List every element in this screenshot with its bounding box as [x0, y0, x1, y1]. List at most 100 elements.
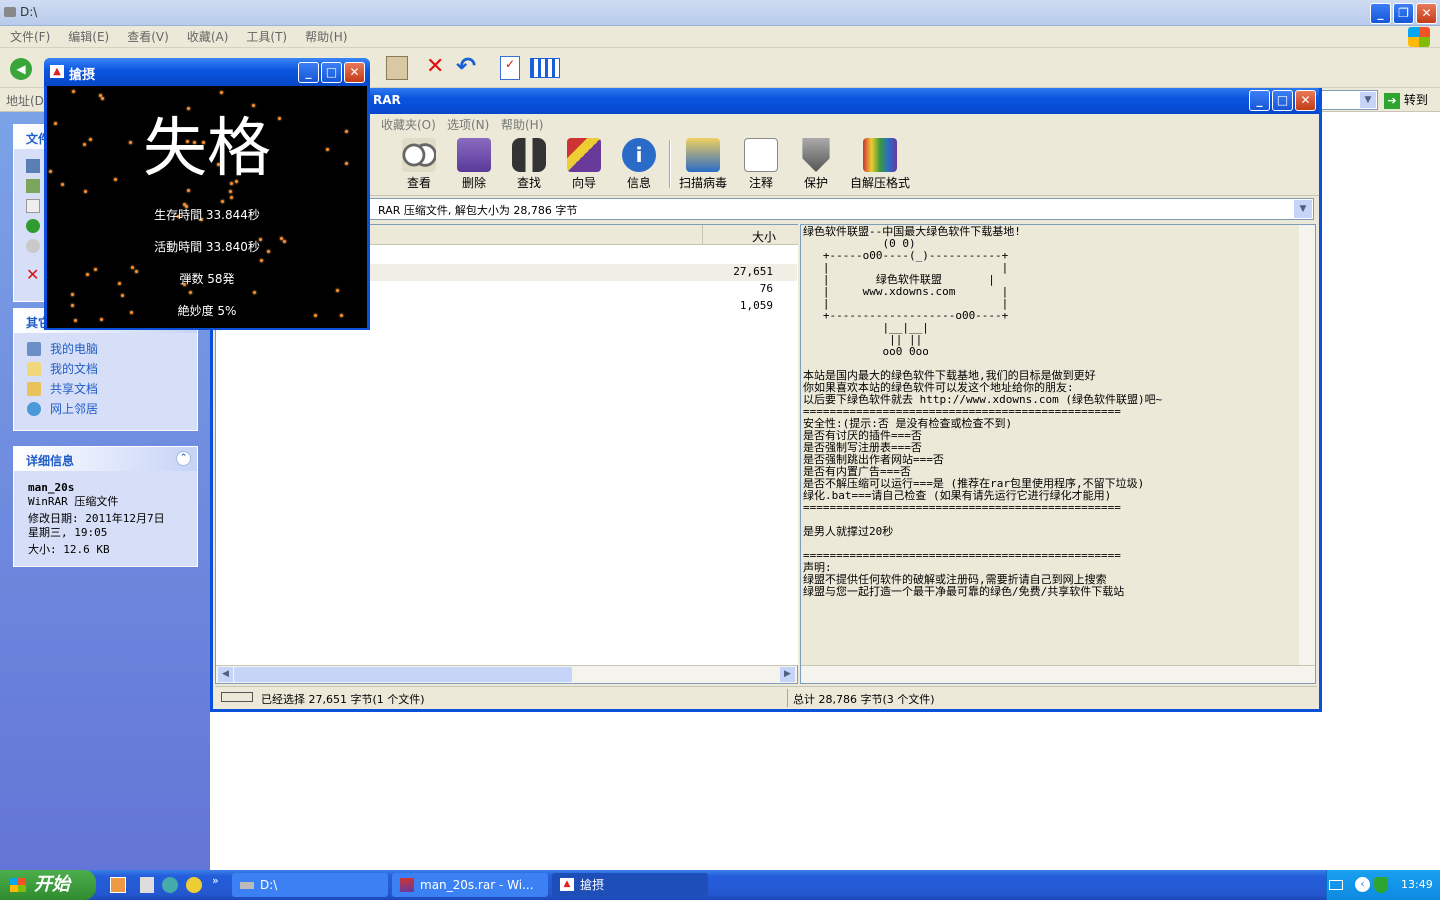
game-title: 搶摂: [69, 68, 96, 83]
size-header-label: 大小: [751, 230, 776, 244]
properties-icon[interactable]: ✓: [500, 56, 520, 80]
comment-line: 是男人就撑过20秒: [803, 525, 894, 538]
sfx-button[interactable]: 自解压格式: [845, 138, 915, 191]
link-network-places[interactable]: 网上邻居: [14, 399, 197, 419]
link-my-documents[interactable]: 我的文档: [14, 359, 197, 379]
chevron-left-icon[interactable]: ‹: [1355, 877, 1370, 892]
game-close-button[interactable]: ✕: [344, 62, 365, 83]
game-canvas[interactable]: 失格 生存時間 33.844秒 活動時間 33.840秒 弾数 58発 絶妙度 …: [47, 86, 367, 328]
vertical-scrollbar[interactable]: [1299, 225, 1315, 667]
quicklaunch-icon-3[interactable]: [162, 877, 178, 893]
security-shield-icon[interactable]: [1374, 877, 1388, 893]
details-panel: 详细信息 ⌃ man_20s WinRAR 压缩文件 修改日期: 2011年12月…: [13, 446, 198, 567]
bullet: [187, 189, 190, 192]
bullet: [336, 289, 339, 292]
chevron-right-icon[interactable]: »: [212, 874, 219, 887]
task-winrar[interactable]: man_20s.rar - Wi...: [392, 873, 548, 897]
scroll-left-icon[interactable]: ◀: [218, 667, 233, 682]
winrar-title: RAR: [373, 93, 401, 107]
winrar-minimize-button[interactable]: _: [1249, 90, 1270, 111]
survival-time: 生存時間 33.844秒: [154, 208, 260, 222]
menu-file[interactable]: 文件(F): [10, 26, 50, 48]
maximize-button[interactable]: ❐: [1393, 3, 1414, 24]
scan-virus-icon: [686, 138, 720, 172]
preview-horizontal-scrollbar[interactable]: [801, 665, 1315, 683]
quicklaunch-icon-1[interactable]: [110, 877, 126, 893]
protect-button[interactable]: 保护: [788, 138, 844, 191]
size-column-header[interactable]: 大小: [702, 225, 798, 245]
link-my-computer[interactable]: 我的电脑: [14, 339, 197, 359]
quicklaunch-icon-4[interactable]: [186, 877, 202, 893]
delete-button[interactable]: 删除: [446, 138, 502, 191]
network-icon: [27, 402, 41, 416]
views-icon[interactable]: [530, 58, 560, 78]
undo-icon[interactable]: ↶: [456, 52, 476, 80]
system-tray: ‹ 13:49: [1326, 870, 1440, 900]
details-title-label: 详细信息: [26, 454, 75, 468]
task-game[interactable]: ▲ 搶摂: [552, 873, 708, 897]
minimize-button[interactable]: _: [1370, 3, 1391, 24]
start-button[interactable]: 开始: [0, 870, 96, 900]
link-label: 共享文档: [50, 382, 99, 396]
task-icon-5: [26, 239, 40, 253]
detail-weekday-time: 星期三, 19:05: [28, 526, 108, 539]
comment-line: ========================================…: [803, 549, 1121, 562]
bullet-count: 弾数 58発: [179, 272, 235, 286]
menu-favorites[interactable]: 收藏(A): [187, 26, 229, 48]
menu-edit[interactable]: 编辑(E): [68, 26, 109, 48]
row-size: 76: [759, 282, 773, 295]
chevron-down-icon[interactable]: ▼: [1294, 200, 1312, 218]
go-button[interactable]: ➔ 转到: [1384, 91, 1428, 109]
paste-icon[interactable]: [386, 56, 408, 80]
details-title[interactable]: 详细信息 ⌃: [14, 447, 197, 471]
back-icon[interactable]: ◀: [10, 58, 32, 80]
detail-size: 大小: 12.6 KB: [28, 543, 110, 556]
wizard-button[interactable]: 向导: [556, 138, 612, 191]
close-button[interactable]: ✕: [1416, 3, 1437, 24]
task-icon-3: [26, 199, 40, 213]
comment-button[interactable]: 注释: [733, 138, 789, 191]
horizontal-scrollbar[interactable]: ◀ ▶: [216, 665, 797, 683]
quicklaunch-icon-2[interactable]: [140, 877, 154, 893]
menu-favorites[interactable]: 收藏夹(O): [381, 116, 436, 133]
info-button[interactable]: i 信息: [611, 138, 667, 191]
scrollbar-thumb[interactable]: [234, 667, 572, 682]
keyboard-icon[interactable]: [1329, 880, 1343, 890]
winrar-icon: [400, 878, 414, 892]
task-icon-1: [26, 159, 40, 173]
row-size: 1,059: [739, 299, 773, 312]
delete-archive-icon: [457, 138, 491, 172]
delete-label: 删除: [461, 176, 486, 190]
link-shared-documents[interactable]: 共享文档: [14, 379, 197, 399]
menu-help[interactable]: 帮助(H): [501, 116, 543, 133]
status-icon: [221, 692, 253, 702]
scan-virus-button[interactable]: 扫描病毒: [677, 138, 729, 191]
delete-icon[interactable]: ✕: [426, 54, 444, 79]
address-dropdown[interactable]: ▼: [1320, 90, 1378, 110]
winrar-maximize-button[interactable]: □: [1272, 90, 1293, 111]
documents-icon: [27, 362, 41, 376]
bullet: [220, 91, 223, 94]
view-button[interactable]: 查看: [391, 138, 447, 191]
info-icon: i: [622, 138, 656, 172]
bullet: [253, 291, 256, 294]
menu-view[interactable]: 查看(V): [127, 26, 169, 48]
game-minimize-button[interactable]: _: [298, 62, 319, 83]
menu-tools[interactable]: 工具(T): [246, 26, 287, 48]
bullet: [74, 319, 77, 322]
active-time: 活動時間 33.840秒: [154, 240, 260, 254]
status-total: 总计 28,786 字节(3 个文件): [793, 693, 935, 706]
collapse-icon[interactable]: ⌃: [176, 451, 191, 466]
find-label: 查找: [516, 176, 541, 190]
scroll-right-icon[interactable]: ▶: [780, 667, 795, 682]
archive-path-combo[interactable]: RAR 压缩文件, 解包大小为 28,786 字节 ▼: [219, 198, 1314, 220]
winrar-close-button[interactable]: ✕: [1295, 90, 1316, 111]
task-explorer[interactable]: D:\: [232, 873, 388, 897]
windows-logo-icon: [1408, 27, 1430, 47]
game-maximize-button[interactable]: □: [321, 62, 342, 83]
find-button[interactable]: 查找: [501, 138, 557, 191]
menu-help[interactable]: 帮助(H): [305, 26, 347, 48]
comment-line: ========================================…: [803, 501, 1121, 514]
menu-options[interactable]: 选项(N): [447, 116, 489, 133]
clock: 13:49: [1401, 878, 1433, 891]
